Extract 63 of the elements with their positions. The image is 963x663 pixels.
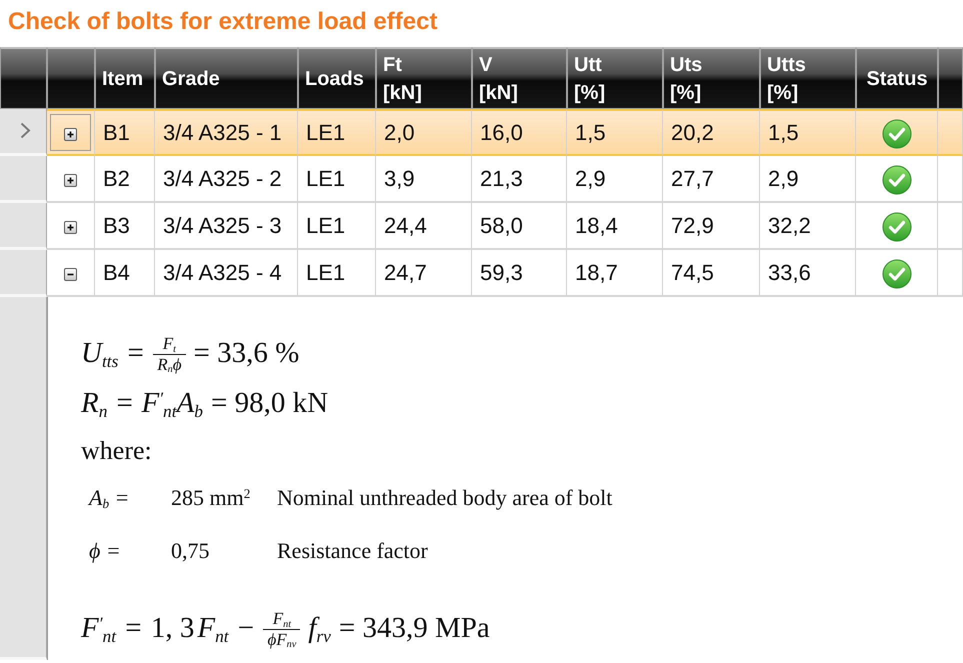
plus-icon[interactable] <box>64 174 77 187</box>
table-cell: 1,5 <box>760 109 856 156</box>
chevron-right-icon <box>20 122 31 140</box>
table-cell: 18,4 <box>567 203 663 250</box>
table-cell: 3/4 A325 - 4 <box>155 250 298 297</box>
column-header[interactable]: Uts [%] <box>663 47 760 109</box>
table-cell: 2,9 <box>760 156 856 203</box>
table-cell: 24,4 <box>376 203 472 250</box>
formula-symbol: ϕ = <box>89 537 122 565</box>
column-header <box>0 47 47 109</box>
table-cell: LE1 <box>298 109 376 156</box>
column-header[interactable]: Loads <box>298 47 376 109</box>
table-cell: 16,0 <box>472 109 567 156</box>
table-cell: 32,2 <box>760 203 856 250</box>
description-text: Resistance factor <box>277 537 429 565</box>
table-cell: 3/4 A325 - 2 <box>155 156 298 203</box>
table-cell: 72,9 <box>663 203 760 250</box>
description-text: Nominal unthreaded body area of bolt <box>277 484 614 512</box>
formula-value: 0,75 <box>171 537 210 565</box>
formula: U$_{tts}$ = F$_{t}$ R$_{n}$ϕ = 33,6 % <box>81 332 300 378</box>
column-header[interactable]: Status <box>856 47 938 109</box>
table-cell: 18,7 <box>567 250 663 297</box>
table-cell: B2 <box>95 156 155 203</box>
column-header[interactable]: Utt [%] <box>567 47 663 109</box>
section-title: Check of bolts for extreme load effect <box>8 7 438 37</box>
table-cell: B3 <box>95 203 155 250</box>
column-header[interactable]: Ft [kN] <box>376 47 472 109</box>
table-row[interactable]: B1 3/4 A325 - 1 LE1 2,0 16,0 1,5 20,2 1,5 <box>0 109 963 156</box>
table-cell: 3,9 <box>376 156 472 203</box>
plus-icon[interactable] <box>64 128 77 141</box>
column-header[interactable]: Utts [%] <box>760 47 856 109</box>
table-row[interactable]: B4 3/4 A325 - 4 LE1 24,7 59,3 18,7 74,5 33,6 <box>0 250 963 297</box>
table-cell: 3/4 A325 - 3 <box>155 203 298 250</box>
table-cell: 2,0 <box>376 109 472 156</box>
formula-value: 285 mm$^{2}$ <box>171 484 252 512</box>
formula-symbol: A$_{b}$ = <box>89 484 130 514</box>
table-row[interactable]: B3 3/4 A325 - 3 LE1 24,4 58,0 18,4 72,9 32,2 <box>0 203 963 250</box>
table-row[interactable]: B2 3/4 A325 - 2 LE1 3,9 21,3 2,9 27,7 2,9 <box>0 156 963 203</box>
table-cell: 2,9 <box>567 156 663 203</box>
table-cell: 24,7 <box>376 250 472 297</box>
formula: R$_{n}$ = F$^{′}$$_{nt}$A$_{b}$ = 98,0 kN <box>81 386 330 423</box>
table-cell: 33,6 <box>760 250 856 297</box>
table-cell: B4 <box>95 250 155 297</box>
table-cell: LE1 <box>298 203 376 250</box>
column-header[interactable]: V [kN] <box>472 47 567 109</box>
column-header <box>938 47 963 109</box>
table-cell: B1 <box>95 109 155 156</box>
table-cell: LE1 <box>298 156 376 203</box>
column-header[interactable]: Grade <box>155 47 298 109</box>
minus-icon[interactable] <box>64 268 77 281</box>
table-cell: 27,7 <box>663 156 760 203</box>
column-header[interactable]: Item <box>95 47 155 109</box>
table-cell: 59,3 <box>472 250 567 297</box>
table-cell: LE1 <box>298 250 376 297</box>
table-cell: 21,3 <box>472 156 567 203</box>
table-cell: 74,5 <box>663 250 760 297</box>
table-cell: 20,2 <box>663 109 760 156</box>
table-cell: 3/4 A325 - 1 <box>155 109 298 156</box>
text-label: where: <box>81 434 152 466</box>
plus-icon[interactable] <box>64 220 77 234</box>
table-cell: 58,0 <box>472 203 567 250</box>
column-header <box>47 47 95 109</box>
table-cell: 1,5 <box>567 109 663 156</box>
